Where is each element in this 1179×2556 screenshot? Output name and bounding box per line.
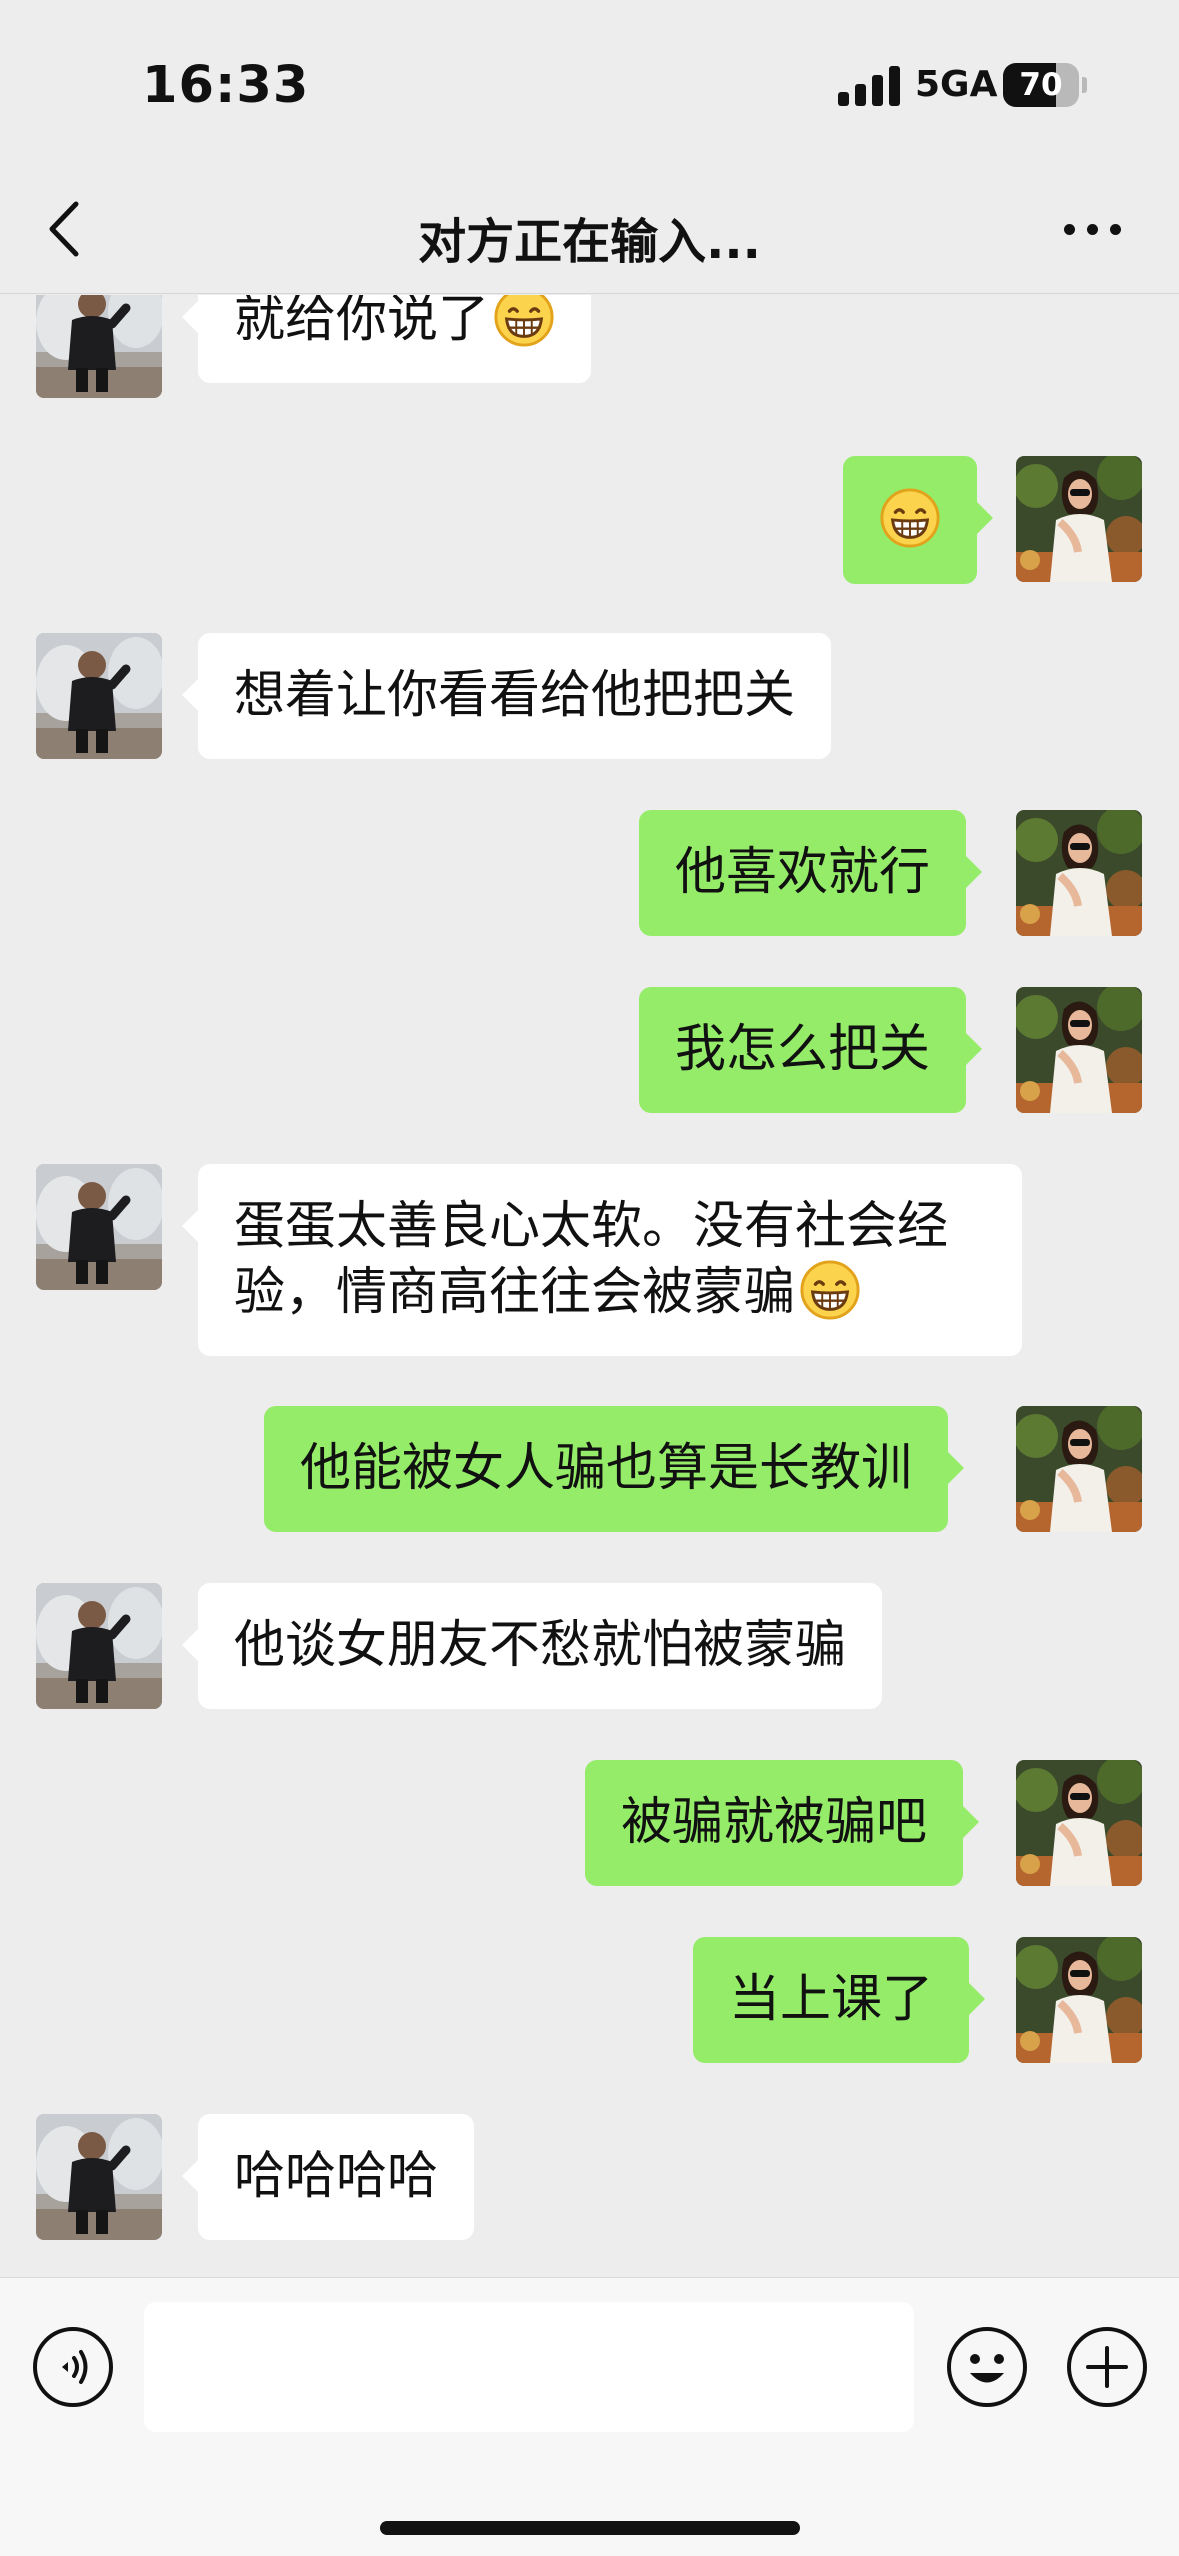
emoji-icon[interactable] [946,2326,1028,2408]
message-input[interactable] [144,2302,914,2432]
my-avatar[interactable] [1016,1760,1142,1886]
incoming-message[interactable]: 蛋蛋太善良心太软。没有社会经验，情商高往往会被蒙骗 [182,1164,1022,1356]
home-indicator [380,2521,800,2535]
message-text: 被骗就被骗吧 [621,1793,928,1852]
chat-header: 对方正在输入... [0,170,1179,294]
contact-avatar[interactable] [36,2114,162,2240]
voice-icon[interactable] [32,2326,114,2408]
input-bar [0,2277,1179,2556]
outgoing-message[interactable] [843,456,993,584]
battery-nub [1082,77,1087,93]
chat-title: 对方正在输入... [418,214,761,270]
message-text: 他能被女人骗也算是长教训 [300,1439,913,1498]
outgoing-message[interactable]: 被骗就被骗吧 [585,1760,980,1886]
outgoing-message[interactable]: 当上课了 [693,1937,986,2063]
signal-icon [838,64,902,106]
chat-message-list[interactable]: 就给你说了 想着让你看看给他把把关 他喜欢就行 我怎么把关 蛋蛋太善良心太软。没… [0,295,1179,2277]
message-text: 我怎么把关 [675,1020,931,1079]
status-bar: 16:33 5GA 70 [0,0,1179,170]
grin-emoji [799,1259,861,1321]
incoming-message[interactable]: 就给你说了 [181,295,592,383]
message-text: 就给你说了 [234,295,490,349]
status-time: 16:33 [142,56,310,115]
my-avatar[interactable] [1016,1406,1142,1532]
more-icon[interactable] [1058,210,1128,250]
message-text: 想着让你看看给他把把关 [234,666,796,725]
my-avatar[interactable] [1016,987,1142,1113]
incoming-message[interactable]: 哈哈哈哈 [181,2114,475,2240]
contact-avatar[interactable] [36,1583,162,1709]
contact-avatar[interactable] [36,633,162,759]
outgoing-message[interactable]: 他能被女人骗也算是长教训 [264,1406,965,1532]
incoming-message[interactable]: 想着让你看看给他把把关 [181,633,832,759]
network-type: 5GA [915,64,998,105]
plus-icon[interactable] [1066,2326,1148,2408]
outgoing-message[interactable]: 他喜欢就行 [639,810,983,936]
grin-emoji [879,487,941,549]
contact-avatar[interactable] [36,1164,162,1290]
grin-emoji [493,295,555,348]
battery-icon: 70 [1003,63,1079,107]
message-text: 他喜欢就行 [675,843,931,902]
message-text: 他谈女朋友不愁就怕被蒙骗 [234,1616,847,1675]
my-avatar[interactable] [1016,810,1142,936]
message-text: 当上课了 [729,1970,934,2029]
my-avatar[interactable] [1016,456,1142,582]
contact-avatar[interactable] [36,295,162,398]
outgoing-message[interactable]: 我怎么把关 [639,987,983,1113]
my-avatar[interactable] [1016,1937,1142,2063]
message-text: 哈哈哈哈 [234,2147,439,2206]
incoming-message[interactable]: 他谈女朋友不愁就怕被蒙骗 [181,1583,883,1709]
battery-level: 70 [1019,67,1063,103]
